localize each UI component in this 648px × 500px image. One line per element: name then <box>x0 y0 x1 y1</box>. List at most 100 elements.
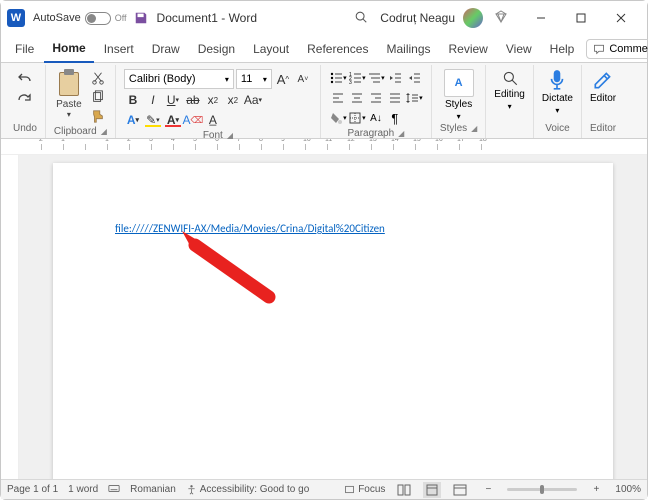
tab-design[interactable]: Design <box>190 37 243 62</box>
group-undo: Undo <box>5 65 46 138</box>
styles-launcher[interactable]: ◢ <box>471 124 477 133</box>
comments-label: Comments <box>609 43 648 55</box>
group-label-editor: Editor <box>590 122 616 136</box>
highlight-button[interactable]: ✎▾ <box>144 111 162 129</box>
group-clipboard: Paste ▾ Clipboard ◢ <box>46 65 116 138</box>
numbering-button[interactable]: 123▾ <box>348 69 366 87</box>
change-case-button[interactable]: Aa▾ <box>244 91 262 109</box>
superscript-button[interactable]: x2 <box>224 91 242 109</box>
strikethrough-button[interactable]: ab <box>184 91 202 109</box>
font-name-combo[interactable]: Calibri (Body)▾ <box>124 69 234 89</box>
document-page[interactable]: file://///ZENWIFI-AX/Media/Movies/Crina/… <box>53 163 613 483</box>
save-button[interactable] <box>133 10 149 26</box>
group-paragraph: ▾ 123▾ ▾ ▾ ▾ ▾ A↓ ¶ Paragraph ◢ <box>321 65 432 138</box>
line-spacing-button[interactable]: ▾ <box>405 89 423 107</box>
grow-font-button[interactable]: A^ <box>274 70 292 88</box>
group-label-paragraph: Paragraph <box>347 128 394 139</box>
zoom-in-button[interactable]: + <box>587 482 605 498</box>
find-button[interactable] <box>501 69 519 87</box>
status-language[interactable]: Romanian <box>130 484 176 495</box>
align-left-button[interactable] <box>329 89 347 107</box>
user-name[interactable]: Codruț Neagu <box>380 11 455 25</box>
minimize-button[interactable] <box>521 4 561 32</box>
justify-button[interactable] <box>386 89 404 107</box>
group-editing: Editing ▾ <box>486 65 534 138</box>
horizontal-ruler[interactable]: 21 12 345 678 91011 121314 151617 18 <box>1 139 647 155</box>
tab-review[interactable]: Review <box>441 37 496 62</box>
zoom-out-button[interactable]: − <box>479 482 497 498</box>
char-border-button[interactable]: A̲ <box>204 111 222 129</box>
shading-button[interactable]: ▾ <box>329 109 347 127</box>
format-painter-button[interactable] <box>89 107 107 125</box>
web-layout-button[interactable] <box>451 482 469 498</box>
tab-references[interactable]: References <box>299 37 376 62</box>
status-bar: Page 1 of 1 1 word Romanian Accessibilit… <box>1 479 647 499</box>
bold-button[interactable]: B <box>124 91 142 109</box>
word-app-icon: W <box>7 9 25 27</box>
paste-button[interactable]: Paste ▾ <box>54 69 84 119</box>
status-focus[interactable]: Focus <box>344 484 385 495</box>
comments-button[interactable]: Comments ▾ <box>586 39 648 59</box>
align-right-button[interactable] <box>367 89 385 107</box>
autosave-toggle[interactable]: AutoSave Off <box>33 12 127 25</box>
font-launcher[interactable]: ◢ <box>227 131 233 140</box>
group-font: Calibri (Body)▾ 11▾ A^ A˅ B I U▾ ab x2 x… <box>116 65 321 138</box>
user-avatar[interactable] <box>463 8 483 28</box>
align-center-button[interactable] <box>348 89 366 107</box>
status-accessibility[interactable]: Accessibility: Good to go <box>186 484 310 495</box>
status-page[interactable]: Page 1 of 1 <box>7 484 58 495</box>
status-words[interactable]: 1 word <box>68 484 98 495</box>
close-button[interactable] <box>601 4 641 32</box>
dictate-button[interactable] <box>546 69 568 91</box>
group-label-clipboard: Clipboard <box>54 126 97 137</box>
editor-button[interactable] <box>592 69 614 91</box>
borders-button[interactable]: ▾ <box>348 109 366 127</box>
font-size-combo[interactable]: 11▾ <box>236 69 272 89</box>
tab-insert[interactable]: Insert <box>96 37 142 62</box>
undo-button[interactable] <box>16 69 34 87</box>
show-marks-button[interactable]: ¶ <box>386 109 404 127</box>
autosave-state: Off <box>115 13 127 23</box>
font-color-button[interactable]: A▾ <box>164 111 182 129</box>
paragraph-launcher[interactable]: ◢ <box>398 129 404 138</box>
status-text-predict-icon[interactable] <box>108 482 120 497</box>
premium-icon[interactable] <box>493 9 509 28</box>
tab-file[interactable]: File <box>7 37 42 62</box>
print-layout-button[interactable] <box>423 482 441 498</box>
subscript-button[interactable]: x2 <box>204 91 222 109</box>
clear-format-button[interactable]: A⌫ <box>184 111 202 129</box>
tab-layout[interactable]: Layout <box>245 37 297 62</box>
title-bar: W AutoSave Off Document1 - Word Codruț N… <box>1 1 647 35</box>
underline-button[interactable]: U▾ <box>164 91 182 109</box>
decrease-indent-button[interactable] <box>386 69 404 87</box>
maximize-button[interactable] <box>561 4 601 32</box>
redo-button[interactable] <box>16 89 34 107</box>
zoom-level[interactable]: 100% <box>615 484 641 495</box>
tab-mailings[interactable]: Mailings <box>378 37 438 62</box>
bullets-button[interactable]: ▾ <box>329 69 347 87</box>
tab-view[interactable]: View <box>498 37 540 62</box>
search-button[interactable] <box>354 10 368 27</box>
tab-draw[interactable]: Draw <box>144 37 188 62</box>
document-area: file://///ZENWIFI-AX/Media/Movies/Crina/… <box>1 155 647 481</box>
text-effects-button[interactable]: A▾ <box>124 111 142 129</box>
document-hyperlink[interactable]: file://///ZENWIFI-AX/Media/Movies/Crina/… <box>115 222 385 235</box>
group-label-undo: Undo <box>13 122 37 136</box>
sort-button[interactable]: A↓ <box>367 109 385 127</box>
vertical-ruler[interactable] <box>1 155 19 481</box>
tab-home[interactable]: Home <box>44 36 93 63</box>
clipboard-launcher[interactable]: ◢ <box>101 127 107 136</box>
multilevel-button[interactable]: ▾ <box>367 69 385 87</box>
read-mode-button[interactable] <box>395 482 413 498</box>
styles-gallery[interactable]: A <box>444 69 474 97</box>
italic-button[interactable]: I <box>144 91 162 109</box>
group-label-voice: Voice <box>545 122 569 136</box>
cut-button[interactable] <box>89 69 107 87</box>
increase-indent-button[interactable] <box>405 69 423 87</box>
ribbon: Undo Paste ▾ Clipboard ◢ Calibri (Body)▾ … <box>1 63 647 139</box>
zoom-slider[interactable] <box>507 488 577 491</box>
shrink-font-button[interactable]: A˅ <box>294 70 312 88</box>
document-title: Document1 - Word <box>157 11 257 25</box>
copy-button[interactable] <box>89 88 107 106</box>
tab-help[interactable]: Help <box>542 37 583 62</box>
